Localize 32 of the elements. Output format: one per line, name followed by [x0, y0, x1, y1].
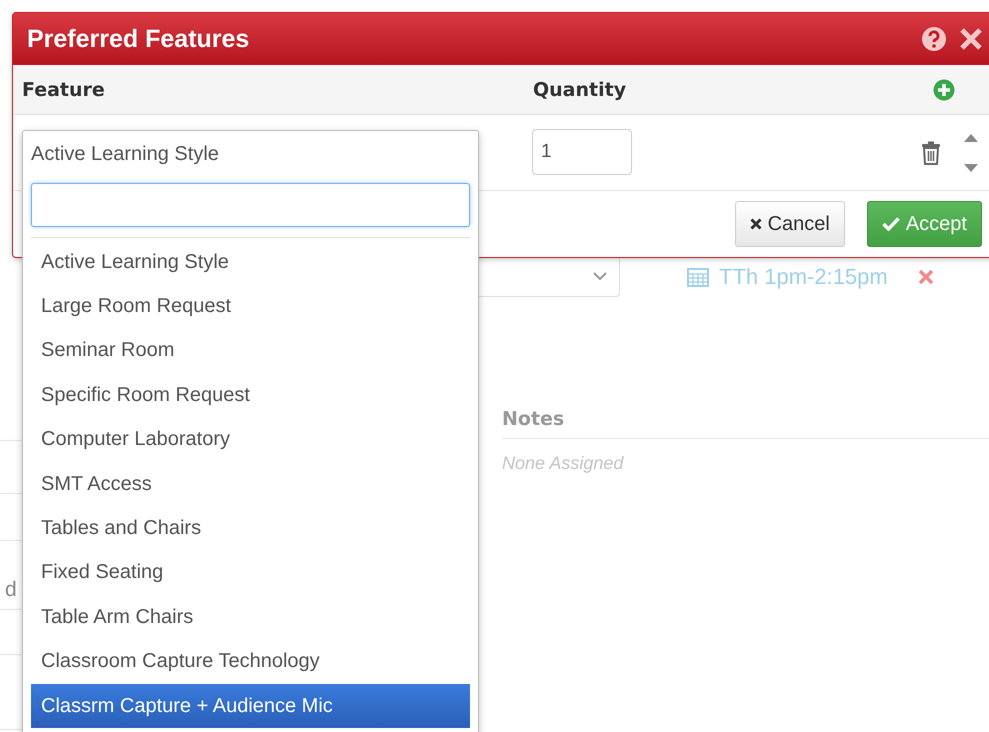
- dropdown-option[interactable]: Table Arm Chairs: [31, 595, 470, 640]
- dropdown-option[interactable]: Large Room Request: [31, 284, 470, 329]
- search-field[interactable]: [31, 183, 470, 227]
- scroll-down-icon[interactable]: [964, 164, 978, 172]
- partial-text: d: [5, 579, 18, 601]
- notes-value: None Assigned: [502, 453, 625, 474]
- column-header: Feature: [22, 78, 106, 100]
- dropdown-option[interactable]: Seminar Room: [31, 328, 470, 374]
- dialog-title: Preferred Features: [27, 24, 250, 54]
- chevron-icon: [593, 272, 607, 281]
- dropdown-option[interactable]: Active Learning Style: [31, 240, 470, 284]
- notes-heading: Notes: [502, 408, 989, 439]
- dropdown-option[interactable]: SMT Access: [31, 462, 470, 506]
- dropdown-option[interactable]: Classroom Capture Technology: [31, 640, 470, 684]
- quantity-field[interactable]: 1: [532, 128, 632, 174]
- check-icon: [882, 217, 900, 231]
- dropdown-option[interactable]: Fixed Seating: [31, 550, 470, 596]
- help-icon[interactable]: [921, 26, 947, 52]
- close-icon: [750, 218, 762, 230]
- trash-icon[interactable]: [921, 140, 941, 164]
- dropdown-option[interactable]: Specific Room Request: [31, 373, 470, 418]
- feature-select[interactable]: Active Learning Style: [31, 131, 470, 172]
- remove-icon[interactable]: [918, 268, 934, 284]
- add-icon[interactable]: [933, 78, 955, 100]
- cancel-button[interactable]: Cancel: [734, 201, 845, 247]
- dropdown-option[interactable]: Classrm Capture + Audience Mic: [31, 684, 470, 728]
- scroll-up-icon[interactable]: [964, 132, 978, 142]
- dropdown-option[interactable]: Computer Laboratory: [31, 418, 470, 462]
- dropdown-option[interactable]: Tables and Chairs: [31, 506, 470, 551]
- column-header: Quantity: [533, 78, 628, 100]
- close-icon[interactable]: [959, 27, 983, 51]
- calendar-icon: [687, 266, 709, 286]
